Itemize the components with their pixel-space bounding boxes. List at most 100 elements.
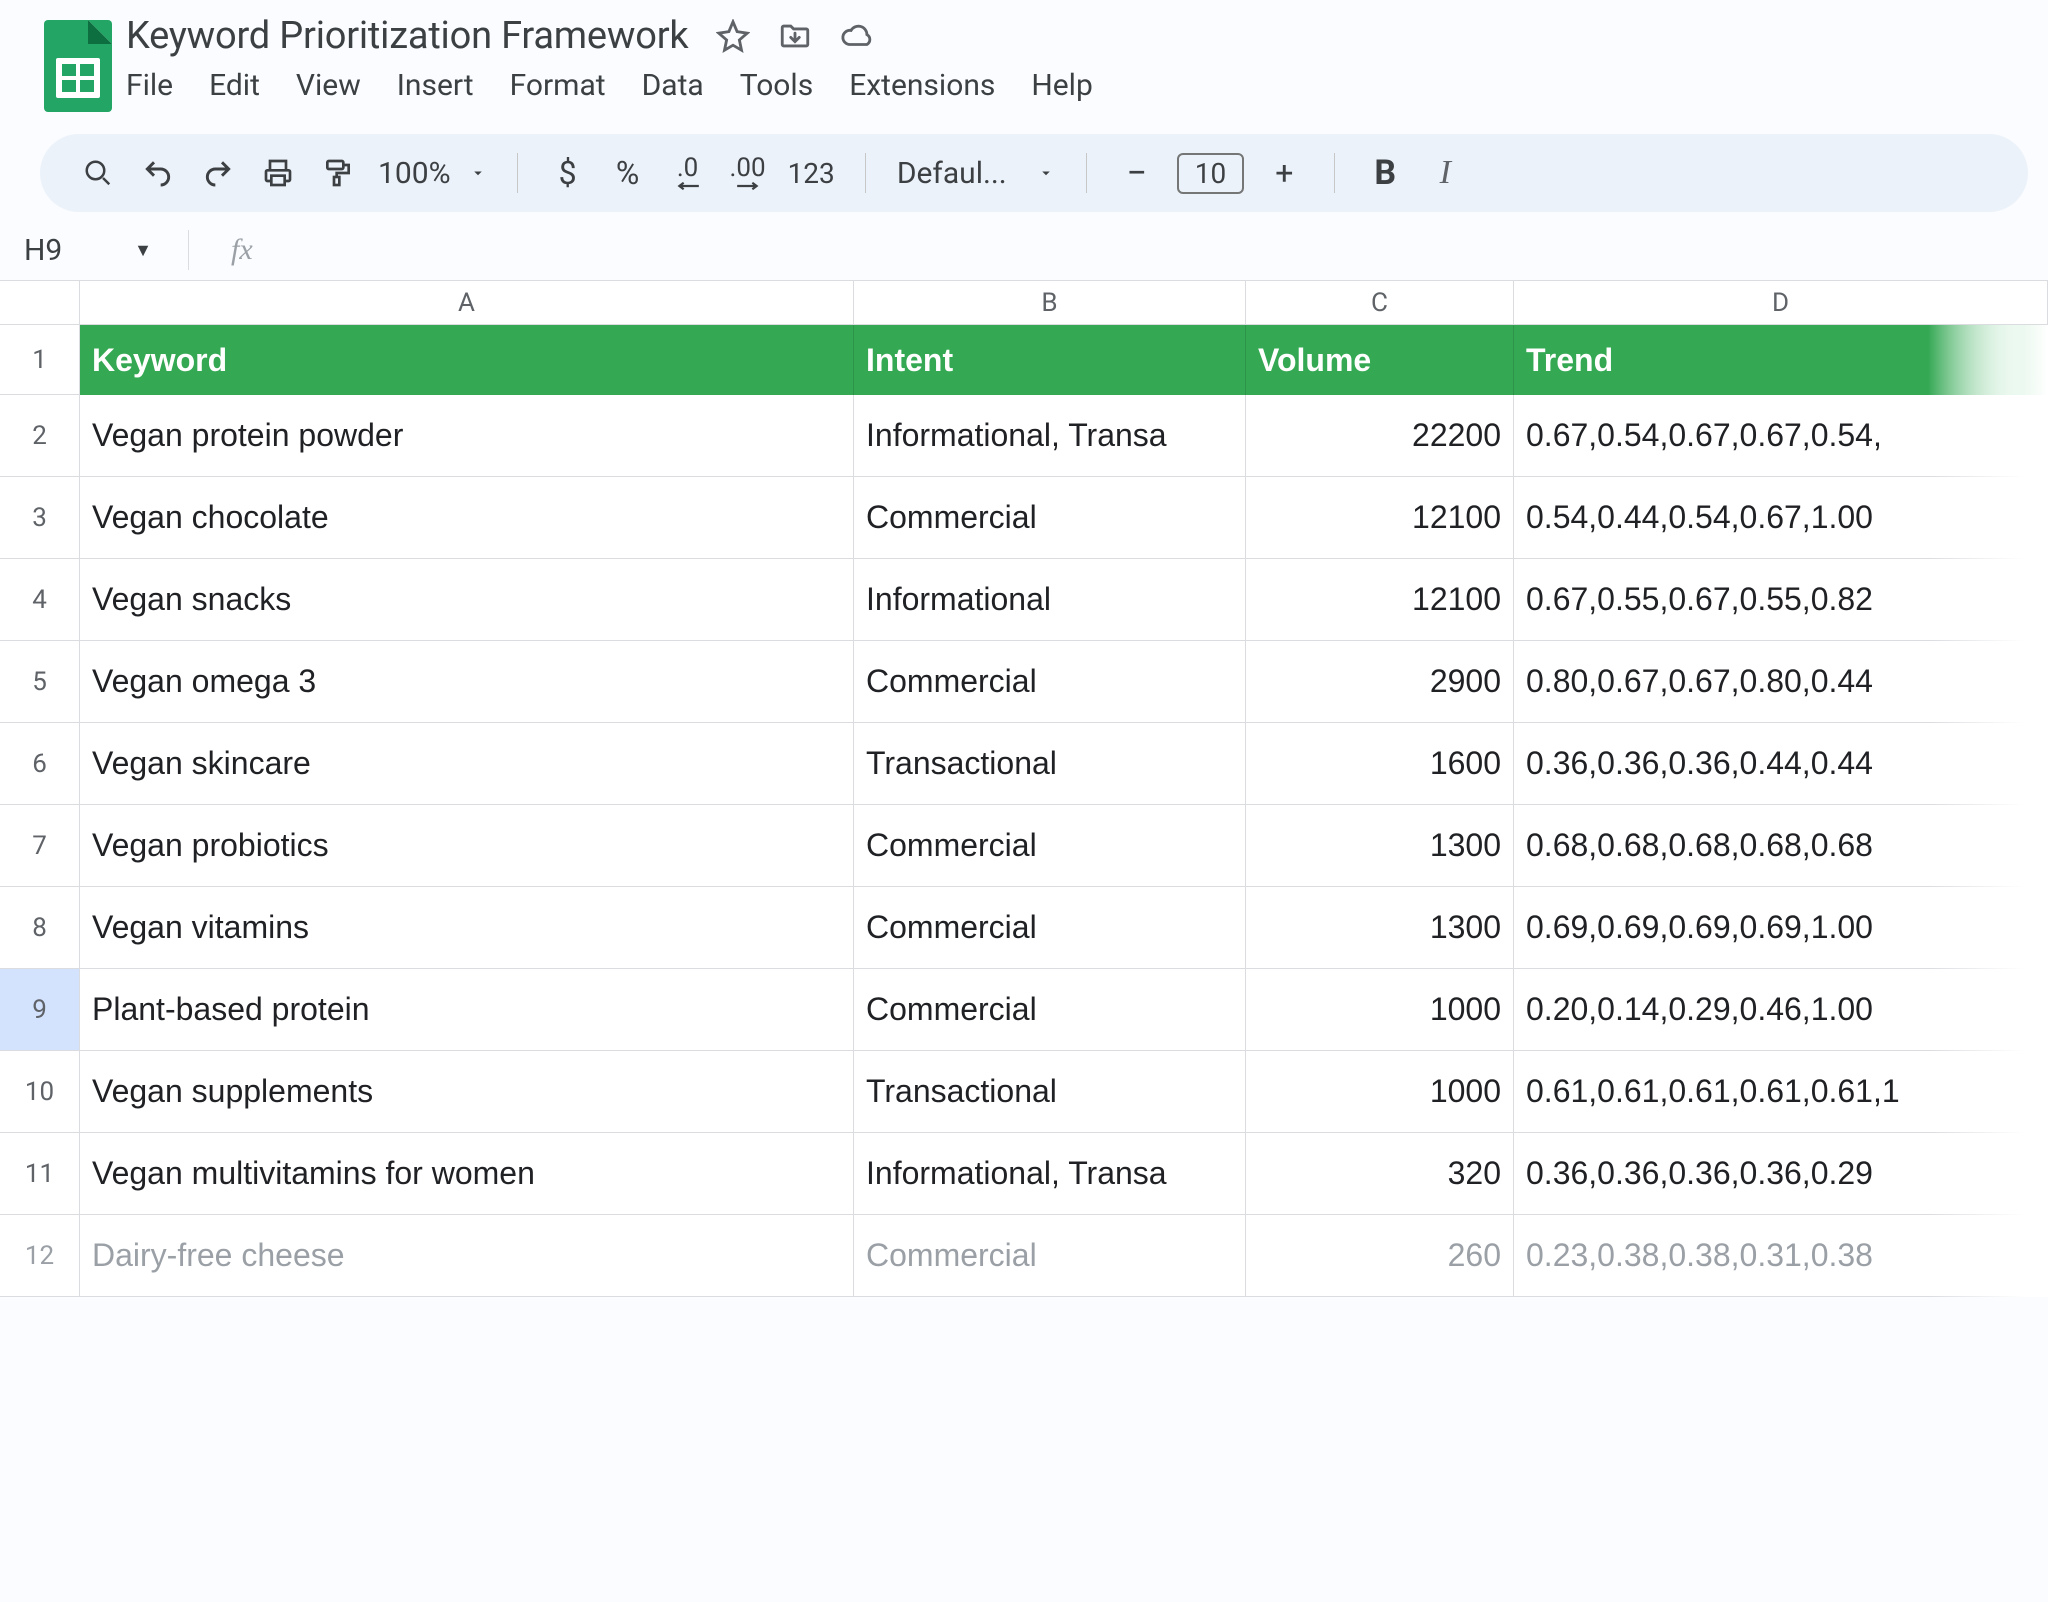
cell-volume[interactable]: 1300 bbox=[1246, 805, 1514, 887]
row-header[interactable]: 10 bbox=[0, 1051, 80, 1133]
cell-trend[interactable]: 0.36,0.36,0.36,0.36,0.29 bbox=[1514, 1133, 2048, 1215]
cell-trend[interactable]: 0.80,0.67,0.67,0.80,0.44 bbox=[1514, 641, 2048, 723]
cell-keyword[interactable]: Vegan protein powder bbox=[80, 395, 854, 477]
increase-decimal-button[interactable]: .00 bbox=[728, 153, 768, 193]
column-header-A[interactable]: A bbox=[80, 281, 854, 325]
document-title[interactable]: Keyword Prioritization Framework bbox=[126, 14, 688, 58]
italic-button[interactable]: I bbox=[1425, 153, 1465, 193]
cell-keyword[interactable]: Vegan chocolate bbox=[80, 477, 854, 559]
undo-icon[interactable] bbox=[138, 153, 178, 193]
cell-intent[interactable]: Commercial bbox=[854, 477, 1246, 559]
spreadsheet-grid[interactable]: A B C D 1 Keyword Intent Volume Trend 2V… bbox=[0, 280, 2048, 1297]
header-cell-trend[interactable]: Trend bbox=[1514, 325, 2048, 395]
row-header[interactable]: 4 bbox=[0, 559, 80, 641]
cell-volume[interactable]: 1000 bbox=[1246, 969, 1514, 1051]
font-size-decrease-button[interactable]: − bbox=[1117, 153, 1157, 193]
menu-view[interactable]: View bbox=[296, 68, 361, 103]
header-cell-keyword[interactable]: Keyword bbox=[80, 325, 854, 395]
cell-volume[interactable]: 22200 bbox=[1246, 395, 1514, 477]
cell-trend[interactable]: 0.61,0.61,0.61,0.61,0.61,1 bbox=[1514, 1051, 2048, 1133]
print-icon[interactable] bbox=[258, 153, 298, 193]
cell-intent[interactable]: Informational, Transa bbox=[854, 395, 1246, 477]
cell-volume[interactable]: 320 bbox=[1246, 1133, 1514, 1215]
zoom-dropdown[interactable]: 100% bbox=[378, 153, 487, 193]
app-header: Keyword Prioritization Framework File Ed… bbox=[0, 0, 2048, 112]
cell-trend[interactable]: 0.36,0.36,0.36,0.44,0.44 bbox=[1514, 723, 2048, 805]
menu-tools[interactable]: Tools bbox=[740, 68, 813, 103]
header-cell-intent[interactable]: Intent bbox=[854, 325, 1246, 395]
cell-keyword[interactable]: Vegan vitamins bbox=[80, 887, 854, 969]
menu-file[interactable]: File bbox=[126, 68, 173, 103]
menu-edit[interactable]: Edit bbox=[209, 68, 260, 103]
sheets-logo-icon[interactable] bbox=[44, 20, 112, 112]
menu-help[interactable]: Help bbox=[1031, 68, 1092, 103]
formula-bar-input[interactable] bbox=[277, 230, 2048, 270]
row-header[interactable]: 3 bbox=[0, 477, 80, 559]
cloud-status-icon[interactable] bbox=[840, 19, 874, 53]
decrease-decimal-button[interactable]: .0 bbox=[668, 153, 708, 193]
more-formats-button[interactable]: 123 bbox=[788, 153, 835, 193]
cell-keyword[interactable]: Vegan omega 3 bbox=[80, 641, 854, 723]
cell-volume[interactable]: 2900 bbox=[1246, 641, 1514, 723]
row-header[interactable]: 11 bbox=[0, 1133, 80, 1215]
cell-intent[interactable]: Commercial bbox=[854, 1215, 1246, 1297]
format-currency-button[interactable]: $ bbox=[548, 153, 588, 193]
cell-trend[interactable]: 0.23,0.38,0.38,0.31,0.38 bbox=[1514, 1215, 2048, 1297]
cell-keyword[interactable]: Vegan probiotics bbox=[80, 805, 854, 887]
cell-intent[interactable]: Commercial bbox=[854, 805, 1246, 887]
font-size-increase-button[interactable]: + bbox=[1264, 153, 1304, 193]
cell-keyword[interactable]: Vegan multivitamins for women bbox=[80, 1133, 854, 1215]
menu-extensions[interactable]: Extensions bbox=[849, 68, 995, 103]
cell-volume[interactable]: 1000 bbox=[1246, 1051, 1514, 1133]
row-header[interactable]: 12 bbox=[0, 1215, 80, 1297]
cell-trend[interactable]: 0.20,0.14,0.29,0.46,1.00 bbox=[1514, 969, 2048, 1051]
cell-keyword[interactable]: Plant-based protein bbox=[80, 969, 854, 1051]
font-size-input[interactable]: 10 bbox=[1177, 153, 1244, 194]
menu-format[interactable]: Format bbox=[510, 68, 606, 103]
cell-keyword[interactable]: Vegan supplements bbox=[80, 1051, 854, 1133]
cell-intent[interactable]: Transactional bbox=[854, 723, 1246, 805]
header-cell-volume[interactable]: Volume bbox=[1246, 325, 1514, 395]
move-to-folder-icon[interactable] bbox=[778, 19, 812, 53]
cell-keyword[interactable]: Vegan snacks bbox=[80, 559, 854, 641]
row-header[interactable]: 7 bbox=[0, 805, 80, 887]
row-header[interactable]: 1 bbox=[0, 325, 80, 395]
cell-volume[interactable]: 1600 bbox=[1246, 723, 1514, 805]
font-family-dropdown[interactable]: Defaul... bbox=[896, 153, 1056, 193]
name-box[interactable]: H9 ▼ bbox=[24, 233, 164, 268]
search-icon[interactable] bbox=[78, 153, 118, 193]
menu-data[interactable]: Data bbox=[642, 68, 704, 103]
column-header-C[interactable]: C bbox=[1246, 281, 1514, 325]
cell-intent[interactable]: Commercial bbox=[854, 641, 1246, 723]
cell-keyword[interactable]: Vegan skincare bbox=[80, 723, 854, 805]
star-icon[interactable] bbox=[716, 19, 750, 53]
cell-intent[interactable]: Informational bbox=[854, 559, 1246, 641]
cell-volume[interactable]: 1300 bbox=[1246, 887, 1514, 969]
cell-intent[interactable]: Informational, Transa bbox=[854, 1133, 1246, 1215]
cell-trend[interactable]: 0.68,0.68,0.68,0.68,0.68 bbox=[1514, 805, 2048, 887]
cell-trend[interactable]: 0.67,0.54,0.67,0.67,0.54, bbox=[1514, 395, 2048, 477]
cell-intent[interactable]: Transactional bbox=[854, 1051, 1246, 1133]
cell-volume[interactable]: 260 bbox=[1246, 1215, 1514, 1297]
row-header[interactable]: 6 bbox=[0, 723, 80, 805]
paint-format-icon[interactable] bbox=[318, 153, 358, 193]
bold-button[interactable]: B bbox=[1365, 153, 1405, 193]
select-all-corner[interactable] bbox=[0, 281, 80, 325]
cell-volume[interactable]: 12100 bbox=[1246, 477, 1514, 559]
cell-intent[interactable]: Commercial bbox=[854, 969, 1246, 1051]
format-percent-button[interactable]: % bbox=[608, 153, 648, 193]
cell-keyword[interactable]: Dairy-free cheese bbox=[80, 1215, 854, 1297]
cell-trend[interactable]: 0.67,0.55,0.67,0.55,0.82 bbox=[1514, 559, 2048, 641]
cell-volume[interactable]: 12100 bbox=[1246, 559, 1514, 641]
row-header[interactable]: 8 bbox=[0, 887, 80, 969]
row-header[interactable]: 2 bbox=[0, 395, 80, 477]
cell-trend[interactable]: 0.69,0.69,0.69,0.69,1.00 bbox=[1514, 887, 2048, 969]
row-header[interactable]: 9 bbox=[0, 969, 80, 1051]
column-header-B[interactable]: B bbox=[854, 281, 1246, 325]
row-header[interactable]: 5 bbox=[0, 641, 80, 723]
column-header-D[interactable]: D bbox=[1514, 281, 2048, 325]
menu-insert[interactable]: Insert bbox=[397, 68, 474, 103]
cell-trend[interactable]: 0.54,0.44,0.54,0.67,1.00 bbox=[1514, 477, 2048, 559]
redo-icon[interactable] bbox=[198, 153, 238, 193]
cell-intent[interactable]: Commercial bbox=[854, 887, 1246, 969]
